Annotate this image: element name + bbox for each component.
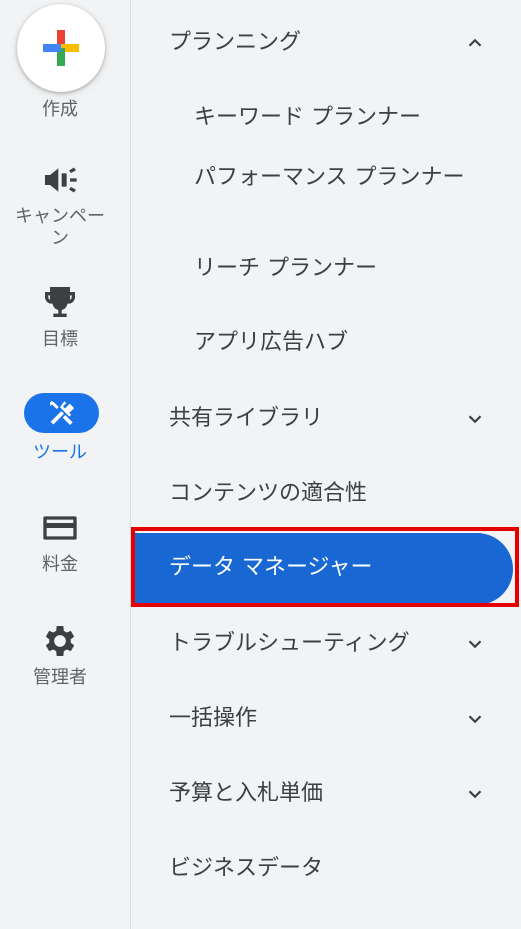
left-rail: 作成 キャンペーン 目標 ツール 料金 管理者 — [0, 0, 131, 929]
tools-icon — [50, 401, 75, 425]
nav-item-keyword-planner[interactable]: キーワード プランナー — [131, 103, 521, 133]
nav-item-shared-library[interactable]: 共有ライブラリ — [131, 404, 521, 434]
trophy-icon[interactable] — [40, 282, 80, 322]
nav-item-label: キーワード プランナー — [194, 105, 421, 130]
nav-item-label: データ マネージャー — [169, 555, 373, 580]
nav-item-performance-planner[interactable]: パフォーマンス プランナー — [131, 163, 521, 193]
nav-item-budgets-bidding[interactable]: 予算と入札単価 — [131, 779, 521, 809]
tools-label[interactable]: ツール — [0, 442, 120, 464]
nav-item-label: パフォーマンス プランナー — [194, 165, 465, 190]
create-button[interactable] — [17, 4, 105, 92]
admin-label[interactable]: 管理者 — [0, 667, 120, 689]
nav-item-label: 共有ライブラリ — [169, 406, 324, 431]
nav-item-label: 一括操作 — [169, 706, 258, 731]
chevron-down-icon — [468, 715, 482, 724]
tools-menu: プランニング キーワード プランナー パフォーマンス プランナー リーチ プラン… — [131, 0, 521, 929]
chevron-down-icon — [468, 640, 482, 649]
plus-icon — [43, 30, 79, 66]
nav-item-app-ads-hub[interactable]: アプリ広告ハブ — [131, 328, 521, 358]
chevron-down-icon — [468, 790, 482, 799]
nav-item-content-suitability[interactable]: コンテンツの適合性 — [131, 479, 521, 509]
nav-item-bulk-actions[interactable]: 一括操作 — [131, 704, 521, 734]
nav-item-label: ビジネスデータ — [169, 856, 324, 881]
nav-item-label: リーチ プランナー — [194, 256, 377, 281]
billing-label[interactable]: 料金 — [0, 554, 120, 576]
megaphone-icon[interactable] — [40, 160, 80, 200]
nav-item-troubleshooting[interactable]: トラブルシューティング — [131, 629, 521, 659]
gear-icon[interactable] — [40, 621, 80, 661]
nav-item-data-manager[interactable]: データ マネージャー — [131, 533, 513, 605]
create-label: 作成 — [42, 99, 78, 120]
nav-item-label: アプリ広告ハブ — [194, 330, 349, 355]
tools-button[interactable] — [24, 393, 99, 433]
nav-item-planning[interactable]: プランニング — [131, 28, 521, 58]
nav-item-business-data[interactable]: ビジネスデータ — [131, 854, 521, 884]
nav-item-reach-planner[interactable]: リーチ プランナー — [131, 254, 521, 284]
nav-item-label: コンテンツの適合性 — [169, 481, 368, 506]
nav-item-label: プランニング — [169, 30, 302, 55]
credit-card-icon[interactable] — [40, 508, 80, 548]
goals-label[interactable]: 目標 — [0, 329, 120, 351]
chevron-up-icon — [468, 38, 482, 47]
nav-item-label: 予算と入札単価 — [169, 781, 324, 806]
chevron-down-icon — [468, 415, 482, 424]
campaigns-label[interactable]: キャンペーン — [0, 206, 120, 250]
nav-item-label: トラブルシューティング — [169, 631, 410, 656]
